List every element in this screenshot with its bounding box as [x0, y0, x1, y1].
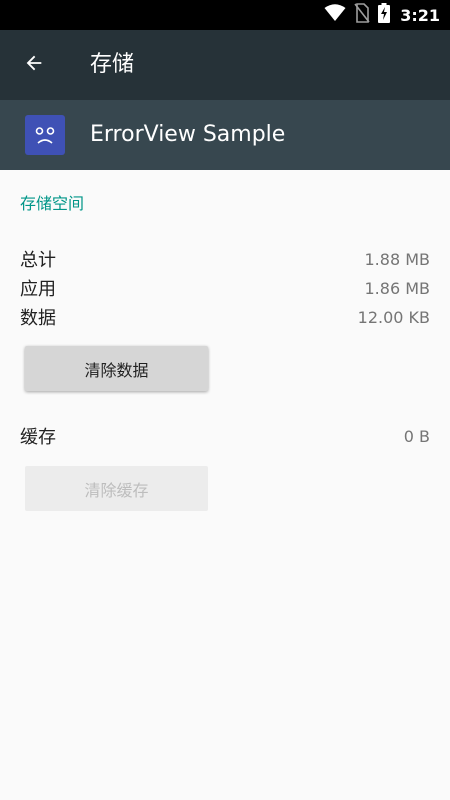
row-label: 应用 — [20, 279, 56, 300]
row-value: 1.88 MB — [364, 249, 431, 269]
cache-value: 0 B — [403, 426, 430, 446]
clear-data-button[interactable]: 清除数据 — [25, 346, 208, 391]
storage-row-app: 应用 1.86 MB — [20, 274, 430, 302]
row-value: 1.86 MB — [364, 278, 431, 298]
back-button[interactable] — [12, 43, 56, 87]
status-icons: 3:21 — [324, 0, 440, 30]
row-label: 总计 — [20, 250, 56, 271]
clear-cache-button[interactable]: 清除缓存 — [25, 466, 208, 511]
cache-label: 缓存 — [20, 427, 56, 448]
sad-face-icon — [25, 115, 65, 155]
row-value: 12.00 KB — [357, 307, 430, 327]
storage-section-title: 存储空间 — [20, 194, 85, 213]
arrow-back-icon — [23, 52, 45, 78]
toolbar: 存储 — [0, 30, 450, 100]
storage-row-total: 总计 1.88 MB — [20, 245, 430, 273]
cache-row: 缓存 0 B — [20, 422, 430, 450]
page-title: 存储 — [90, 52, 135, 77]
storage-row-data: 数据 12.00 KB — [20, 303, 430, 331]
app-header: ErrorView Sample — [0, 100, 450, 170]
no-sim-icon — [354, 3, 370, 27]
status-time: 3:21 — [400, 5, 440, 25]
row-label: 数据 — [20, 308, 56, 329]
storage-content: 存储空间 总计 1.88 MB 应用 1.86 MB 数据 12.00 KB 清… — [0, 170, 450, 800]
wifi-icon — [324, 4, 346, 26]
app-name: ErrorView Sample — [90, 122, 286, 147]
status-bar: 3:21 — [0, 0, 450, 30]
battery-charging-icon — [378, 3, 391, 27]
